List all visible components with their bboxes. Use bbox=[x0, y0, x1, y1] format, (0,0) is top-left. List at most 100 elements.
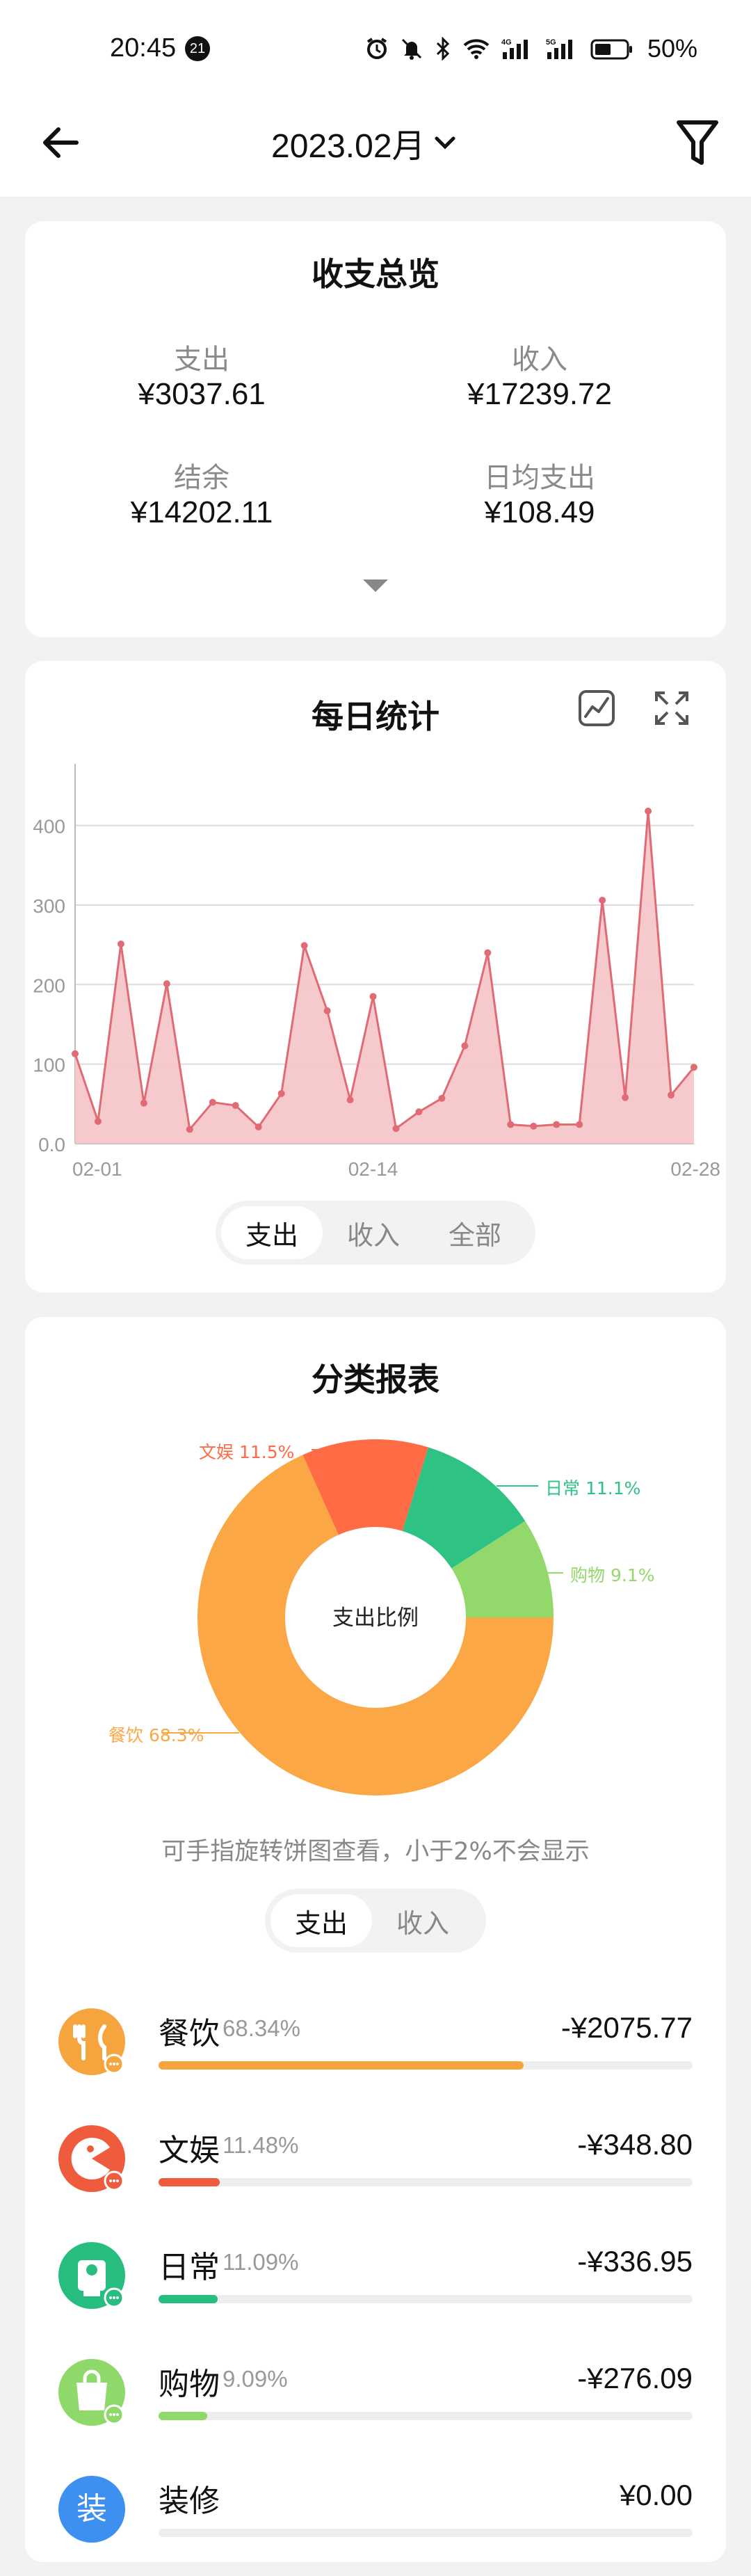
month-title: 2023.02月 bbox=[271, 128, 426, 165]
category-row-1[interactable]: 文娱 11.48% -¥348.80 bbox=[25, 2115, 726, 2220]
decoration-icon: 装 bbox=[58, 2476, 125, 2543]
slice-label: 文娱 11.5% bbox=[199, 1442, 294, 1462]
alarm-icon bbox=[366, 38, 387, 59]
category-donut-chart[interactable]: 餐饮 68.3% 文娱 11.5% 日常 11.1% 购物 9.1% 支出比例 bbox=[25, 1317, 726, 1818]
tab-income[interactable]: 收入 bbox=[372, 1894, 474, 1947]
category-progress-track bbox=[159, 2178, 693, 2186]
category-name: 购物 bbox=[159, 2367, 220, 2402]
category-name: 装修 bbox=[159, 2483, 220, 2519]
category-percent: 9.09% bbox=[223, 2366, 288, 2392]
data-point[interactable] bbox=[369, 993, 377, 1000]
fork-knife-icon bbox=[58, 2008, 125, 2075]
data-point[interactable] bbox=[72, 1050, 79, 1057]
chevron-down-icon bbox=[435, 136, 455, 150]
data-point[interactable] bbox=[507, 1121, 515, 1128]
daily-type-toggle: 支出 收入 全部 bbox=[216, 1201, 535, 1265]
y-tick-label: 400 bbox=[33, 816, 65, 838]
notification-count-badge: 21 bbox=[185, 36, 210, 61]
data-point[interactable] bbox=[346, 1096, 354, 1104]
data-point[interactable] bbox=[392, 1125, 400, 1133]
category-row-2[interactable]: 日常 11.09% -¥336.95 bbox=[25, 2232, 726, 2337]
category-progress-fill bbox=[159, 2412, 207, 2420]
data-point[interactable] bbox=[530, 1122, 538, 1130]
top-app-bar: 2023.02月 bbox=[0, 90, 751, 198]
daily-average-label: 日均支出 bbox=[484, 462, 595, 494]
data-point[interactable] bbox=[300, 942, 308, 950]
data-point[interactable] bbox=[117, 940, 124, 947]
x-tick-label: 02-14 bbox=[348, 1158, 398, 1180]
expense-label: 支出 bbox=[174, 344, 229, 376]
series-area bbox=[75, 811, 694, 1144]
data-point[interactable] bbox=[599, 897, 606, 904]
toilet-roll-icon bbox=[58, 2242, 125, 2309]
category-name: 日常 bbox=[159, 2250, 220, 2285]
mute-icon bbox=[401, 38, 422, 60]
tab-expense[interactable]: 支出 bbox=[221, 1206, 323, 1259]
data-point[interactable] bbox=[438, 1094, 446, 1102]
status-time: 20:45 bbox=[110, 33, 177, 63]
daily-average-value: ¥108.49 bbox=[484, 495, 595, 529]
tab-all[interactable]: 全部 bbox=[424, 1206, 526, 1259]
data-point[interactable] bbox=[576, 1121, 583, 1128]
data-point[interactable] bbox=[461, 1042, 469, 1050]
category-name: 文娱 bbox=[159, 2133, 220, 2168]
category-percent: 68.34% bbox=[223, 2015, 300, 2041]
tab-income[interactable]: 收入 bbox=[323, 1206, 424, 1259]
rotate-hint-text: 可手指旋转饼图查看，小于2%不会显示 bbox=[161, 1838, 590, 1866]
month-picker[interactable]: 2023.02月 bbox=[271, 115, 459, 170]
data-point[interactable] bbox=[232, 1102, 239, 1110]
data-point[interactable] bbox=[255, 1123, 262, 1130]
data-point[interactable] bbox=[645, 808, 652, 815]
svg-text:5G: 5G bbox=[546, 38, 556, 47]
data-point[interactable] bbox=[209, 1098, 216, 1106]
data-point[interactable] bbox=[277, 1089, 285, 1097]
status-icons: 4G 5G 50% bbox=[365, 33, 697, 64]
data-point[interactable] bbox=[94, 1117, 102, 1125]
data-point[interactable] bbox=[553, 1121, 560, 1128]
category-report-card: 分类报表 餐饮 68.3% 文娱 11.5% 日常 11.1% 购物 9.1% 支出比例… bbox=[25, 1317, 726, 2562]
signal-5g-icon: 5G bbox=[546, 38, 572, 59]
daily-line-chart[interactable]: 0.0 100 200 300 400 02-01 02-14 02-28 bbox=[25, 661, 726, 1190]
data-point[interactable] bbox=[668, 1091, 675, 1099]
slice-label: 购物 9.1% bbox=[570, 1565, 654, 1585]
data-point[interactable] bbox=[140, 1099, 147, 1107]
status-bar: 20:45 21 4G 5G 50% bbox=[0, 0, 751, 90]
battery-percentage: 50% bbox=[647, 34, 698, 63]
data-point[interactable] bbox=[186, 1126, 193, 1133]
data-point[interactable] bbox=[484, 949, 492, 957]
category-progress-track bbox=[159, 2061, 693, 2070]
category-percent: 11.48% bbox=[223, 2132, 299, 2158]
category-row-0[interactable]: 餐饮 68.34% -¥2075.77 bbox=[25, 1999, 726, 2103]
overview-card: 收支总览 支出 ¥3037.61 收入 ¥17239.72 结余 ¥14202.… bbox=[25, 221, 726, 637]
category-type-toggle: 支出 收入 bbox=[265, 1889, 486, 1953]
category-progress-fill bbox=[159, 2295, 218, 2303]
data-point[interactable] bbox=[622, 1094, 629, 1101]
data-point[interactable] bbox=[415, 1108, 423, 1116]
y-tick-label: 0.0 bbox=[38, 1134, 65, 1155]
data-point[interactable] bbox=[163, 980, 170, 988]
y-tick-label: 300 bbox=[33, 895, 65, 917]
y-tick-label: 100 bbox=[33, 1055, 65, 1076]
income-label: 收入 bbox=[512, 344, 567, 376]
slice-label: 日常 11.1% bbox=[545, 1478, 640, 1498]
filter-icon[interactable] bbox=[673, 115, 722, 171]
category-amount: ¥0.00 bbox=[619, 2479, 693, 2511]
signal-4g-icon: 4G bbox=[501, 38, 528, 59]
balance-label: 结余 bbox=[174, 462, 229, 494]
data-point[interactable] bbox=[691, 1064, 697, 1071]
category-name: 餐饮 bbox=[159, 2016, 220, 2051]
expand-caret-icon[interactable] bbox=[362, 578, 389, 593]
category-row-3[interactable]: 购物 9.09% -¥276.09 bbox=[25, 2349, 726, 2454]
shopping-bag-icon bbox=[58, 2359, 125, 2426]
category-progress-fill bbox=[159, 2061, 524, 2070]
tab-expense[interactable]: 支出 bbox=[270, 1894, 372, 1947]
balance-value: ¥14202.11 bbox=[130, 495, 273, 529]
category-amount: -¥348.80 bbox=[577, 2128, 693, 2161]
category-row-4[interactable]: 装装修 ¥0.00 bbox=[25, 2466, 726, 2570]
back-arrow-icon[interactable] bbox=[36, 118, 85, 167]
data-point[interactable] bbox=[323, 1007, 331, 1015]
category-amount: -¥336.95 bbox=[577, 2245, 693, 2278]
category-amount: -¥276.09 bbox=[577, 2362, 693, 2394]
wifi-icon bbox=[463, 39, 490, 59]
slice-label: 餐饮 68.3% bbox=[108, 1725, 204, 1745]
